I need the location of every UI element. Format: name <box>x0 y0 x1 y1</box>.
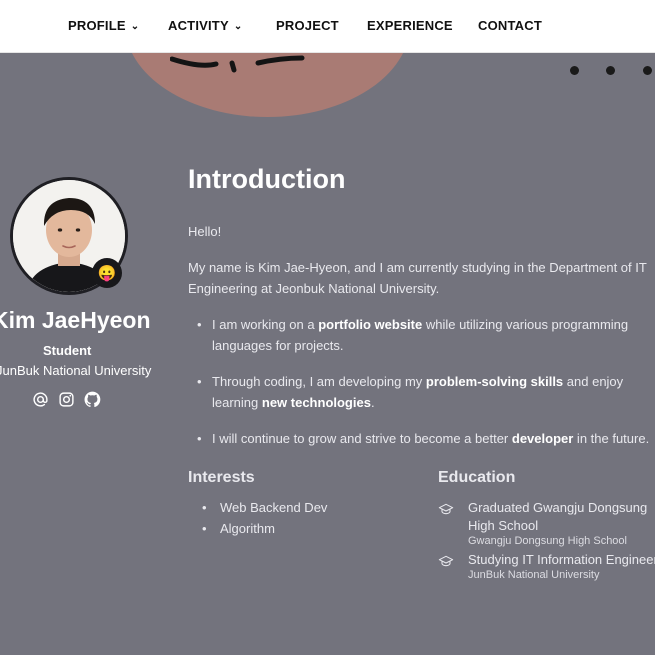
chevron-down-icon: ⌄ <box>233 21 243 32</box>
intro-bullet-list: I am working on a portfolio website whil… <box>188 314 655 464</box>
education-item: Graduated Gwangju Dongsung High School G… <box>438 499 655 549</box>
list-item: I am working on a portfolio website whil… <box>188 314 655 356</box>
list-item: Algorithm <box>200 518 327 539</box>
profile-name: Kim JaeHyeon <box>0 307 151 333</box>
greeting-text: Hello! <box>188 224 222 239</box>
github-icon[interactable] <box>83 390 102 409</box>
hero-decoration <box>0 52 655 122</box>
list-item: I will continue to grow and strive to be… <box>188 428 655 449</box>
section-title-interests: Interests <box>188 469 255 486</box>
education-title: Studying IT Information Engineering <box>468 552 655 567</box>
status-emoji-badge: 😛 <box>92 258 122 288</box>
decorative-dot <box>570 66 579 75</box>
chevron-down-icon: ⌄ <box>130 21 140 32</box>
nav-experience[interactable]: EXPERIENCE <box>367 18 453 33</box>
profile-role: Student <box>43 343 92 358</box>
section-title-education: Education <box>438 469 516 486</box>
instagram-icon[interactable] <box>57 390 76 409</box>
about-text: My name is Kim Jae-Hyeon, and I am curre… <box>188 260 647 296</box>
interests-list: Web Backend Dev Algorithm <box>200 497 327 539</box>
nav-contact[interactable]: CONTACT <box>478 18 542 33</box>
social-links <box>31 390 102 409</box>
section-title-introduction: Introduction <box>188 164 346 194</box>
graduation-cap-icon <box>438 503 454 515</box>
profile-school: JunBuk National University <box>0 363 152 378</box>
top-nav: PROFILE ⌄ ACTIVITY ⌄ PROJECT EXPERIENCE CO… <box>0 0 655 53</box>
decorative-dot <box>643 66 652 75</box>
nav-project[interactable]: PROJECT <box>276 18 339 33</box>
nav-activity[interactable]: ACTIVITY ⌄ <box>168 18 242 33</box>
nav-activity-label: ACTIVITY <box>168 18 229 33</box>
decorative-dot <box>606 66 615 75</box>
education-item: Studying IT Information Engineering JunB… <box>438 551 655 585</box>
nav-profile[interactable]: PROFILE ⌄ <box>68 18 139 33</box>
nav-profile-label: PROFILE <box>68 18 126 33</box>
education-title: Graduated Gwangju Dongsung High School <box>468 500 648 533</box>
education-subtitle: Gwangju Dongsung High School <box>468 535 627 547</box>
graduation-cap-icon <box>438 555 454 567</box>
decorative-stroke-icon <box>170 55 305 73</box>
email-icon[interactable] <box>31 390 50 409</box>
list-item: Web Backend Dev <box>200 497 327 518</box>
list-item: Through coding, I am developing my probl… <box>188 371 655 413</box>
education-subtitle: JunBuk National University <box>468 569 600 581</box>
